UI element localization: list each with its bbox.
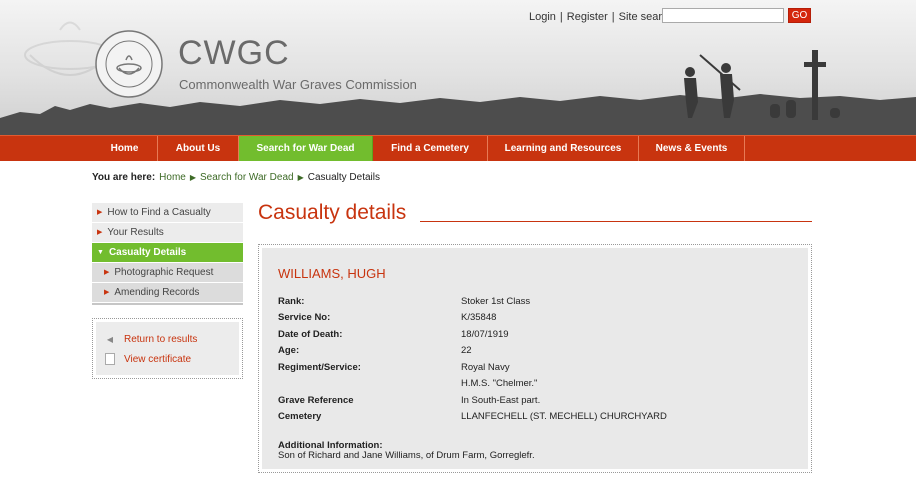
certificate-label: View certificate (124, 353, 192, 365)
nav-search-war-dead[interactable]: Search for War Dead (239, 136, 373, 161)
date-of-death-label: Date of Death: (278, 329, 343, 340)
return-to-results-link[interactable]: ◀ Return to results (96, 329, 239, 349)
cemetery-label: Cemetery (278, 411, 322, 422)
chevron-right-icon: ▶ (104, 288, 110, 296)
sidebar-item-your-results[interactable]: ▶ Your Results (92, 223, 243, 243)
chevron-down-icon: ▼ (97, 248, 104, 256)
sidebar-item-label: Amending Records (114, 286, 200, 298)
regiment-label: Regiment/Service: (278, 362, 361, 373)
sidebar-item-how-to-find[interactable]: ▶ How to Find a Casualty (92, 203, 243, 223)
breadcrumb: You are here: Home ▶ Search for War Dead… (92, 172, 380, 183)
link-separator: | (559, 11, 563, 23)
age-value: 22 (461, 345, 472, 356)
nav-learning-resources[interactable]: Learning and Resources (488, 136, 639, 161)
casualty-details-content: WILLIAMS, HUGH Rank: Stoker 1st Class Se… (262, 248, 808, 469)
return-label: Return to results (124, 333, 198, 345)
chevron-right-icon: ▶ (97, 208, 103, 216)
sidebar-menu: ▶ How to Find a Casualty ▶ Your Results … (92, 203, 243, 305)
chevron-right-icon: ▶ (97, 228, 103, 236)
breadcrumb-home[interactable]: Home (159, 172, 186, 183)
link-separator: | (611, 11, 615, 23)
grave-reference-label: Grave Reference (278, 395, 354, 406)
sidebar-item-label: Photographic Request (114, 266, 214, 278)
page-title: Casualty details (258, 201, 407, 224)
view-certificate-link[interactable]: View certificate (96, 349, 239, 369)
regiment-value: Royal Navy (461, 362, 510, 373)
sidebar-item-label: How to Find a Casualty (107, 206, 211, 218)
rank-label: Rank: (278, 296, 305, 307)
site-header: CWGC Commonwealth War Graves Commission … (0, 0, 916, 135)
breadcrumb-current: Casualty Details (307, 172, 380, 183)
login-link[interactable]: Login (529, 11, 556, 23)
brand-full-name: Commonwealth War Graves Commission (179, 77, 417, 92)
chevron-right-icon: ▶ (104, 268, 110, 276)
rank-value: Stoker 1st Class (461, 296, 531, 307)
sidebar-divider (92, 303, 243, 305)
service-no-value: K/35848 (461, 312, 497, 323)
actions-panel: ◀ Return to results View certificate (92, 318, 243, 379)
sidebar-item-label: Casualty Details (108, 246, 187, 258)
sidebar-item-casualty-details[interactable]: ▼ Casualty Details (92, 243, 243, 263)
nav-about-us[interactable]: About Us (158, 136, 239, 161)
cemetery-value[interactable]: LLANFECHELL (ST. MECHELL) CHURCHYARD (461, 411, 667, 422)
age-label: Age: (278, 345, 300, 356)
nav-find-cemetery[interactable]: Find a Cemetery (373, 136, 488, 161)
search-go-button[interactable]: GO (788, 8, 811, 23)
casualty-details-panel: WILLIAMS, HUGH Rank: Stoker 1st Class Se… (258, 244, 812, 473)
sidebar-item-amending-records[interactable]: ▶ Amending Records (92, 283, 243, 303)
main-nav: Home About Us Search for War Dead Find a… (0, 135, 916, 161)
actions-panel-inner: ◀ Return to results View certificate (96, 322, 239, 375)
nav-news-events[interactable]: News & Events (639, 136, 745, 161)
certificate-icon (104, 353, 116, 365)
regiment-unit-value: H.M.S. "Chelmer." (461, 378, 538, 389)
service-no-label: Service No: (278, 312, 331, 323)
casualty-name: WILLIAMS, HUGH (278, 266, 386, 281)
title-divider (420, 221, 812, 222)
site-search-input[interactable] (662, 8, 784, 23)
nav-home[interactable]: Home (92, 136, 158, 161)
back-arrow-icon: ◀ (106, 334, 114, 344)
breadcrumb-search-war-dead[interactable]: Search for War Dead (200, 172, 294, 183)
brand-short-name[interactable]: CWGC (178, 34, 290, 73)
breadcrumb-lead: You are here: (92, 172, 156, 183)
breadcrumb-arrow-icon: ▶ (297, 173, 304, 182)
sidebar-item-label: Your Results (107, 226, 164, 238)
date-of-death-value: 18/07/1919 (461, 329, 509, 340)
additional-info-value: Son of Richard and Jane Williams, of Dru… (278, 450, 535, 461)
breadcrumb-arrow-icon: ▶ (189, 173, 197, 182)
sidebar-item-photographic-request[interactable]: ▶ Photographic Request (92, 263, 243, 283)
grave-reference-value: In South-East part. (461, 395, 541, 406)
top-links: Login | Register | Site search: (529, 11, 677, 23)
cwgc-seal-logo[interactable] (95, 30, 163, 98)
register-link[interactable]: Register (567, 11, 608, 23)
